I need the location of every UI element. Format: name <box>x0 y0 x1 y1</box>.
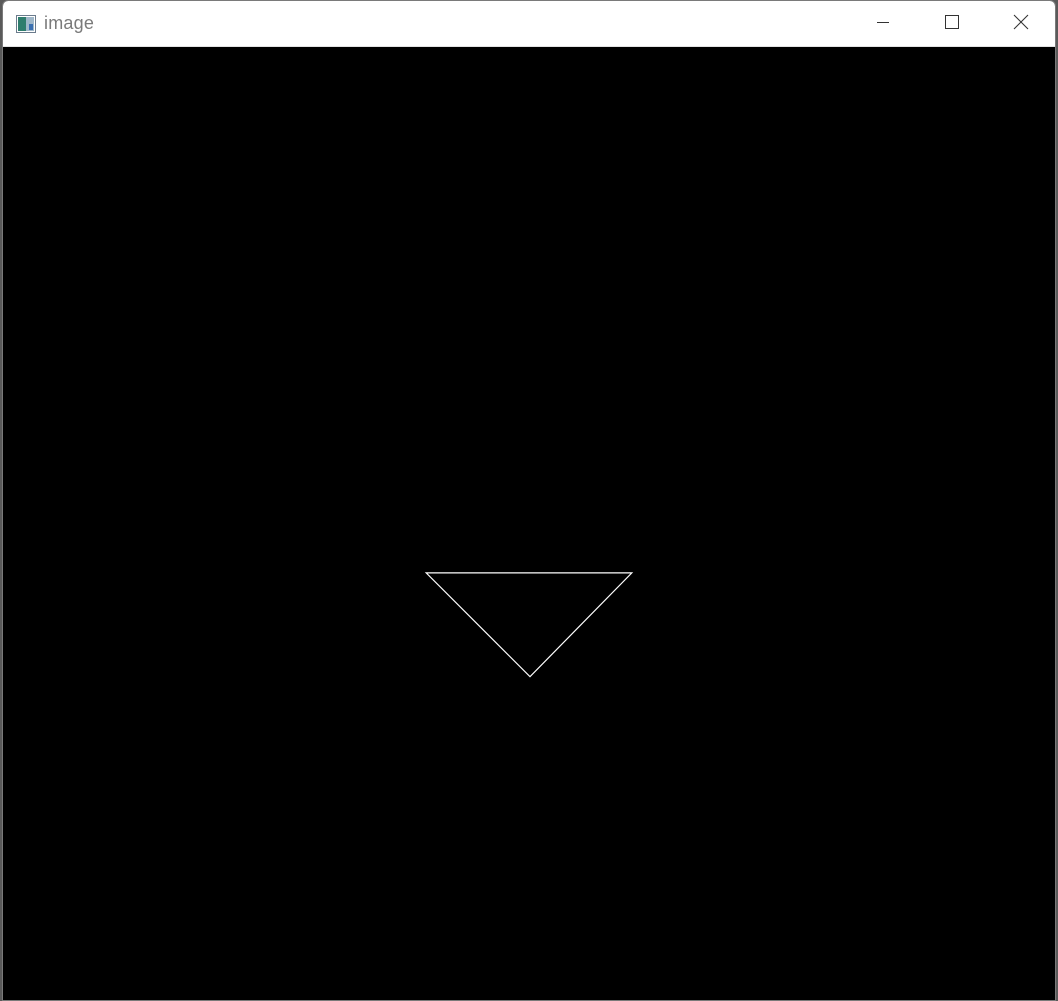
close-button[interactable] <box>986 1 1055 47</box>
maximize-icon <box>944 14 959 34</box>
canvas-drawing <box>424 572 634 678</box>
window-controls <box>848 1 1055 47</box>
inverted-triangle-outline <box>424 572 634 678</box>
image-window-icon[interactable] <box>16 14 36 33</box>
image-window: image <box>2 0 1056 1001</box>
maximize-button[interactable] <box>917 1 986 47</box>
image-canvas[interactable] <box>3 47 1055 1000</box>
minimize-icon <box>876 15 890 34</box>
close-icon <box>1013 14 1029 35</box>
title-bar[interactable]: image <box>3 1 1055 47</box>
minimize-button[interactable] <box>848 1 917 47</box>
window-title: image <box>44 13 95 33</box>
